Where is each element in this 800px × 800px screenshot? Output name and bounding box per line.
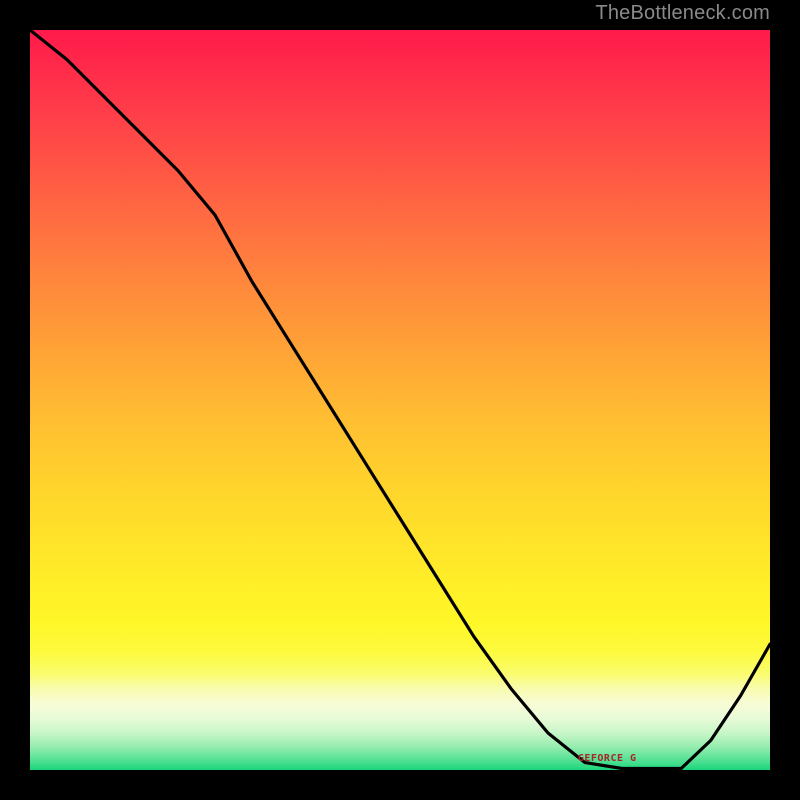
plateau-label: GEFORCE G — [578, 753, 637, 764]
chart-line — [30, 30, 770, 769]
plot-area: GEFORCE G — [30, 30, 770, 770]
chart-container: TheBottleneck.com GEFORCE G — [0, 0, 800, 800]
line-chart-svg — [30, 30, 770, 770]
attribution-label: TheBottleneck.com — [595, 2, 770, 25]
